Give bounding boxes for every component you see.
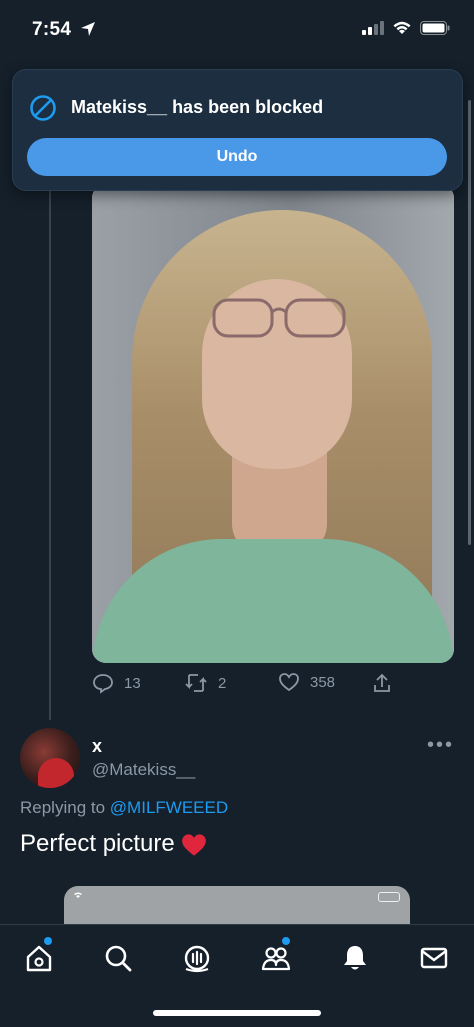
status-time: 7:54 [32, 19, 72, 40]
share-icon [374, 673, 390, 692]
mail-icon[interactable] [419, 943, 449, 973]
glasses-shape [212, 298, 346, 338]
bell-icon[interactable] [340, 943, 370, 973]
spaces-icon[interactable] [182, 943, 212, 973]
search-icon[interactable] [103, 943, 133, 973]
retweet-count: 2 [218, 674, 227, 692]
scrollbar[interactable] [468, 100, 471, 545]
blocked-toast: Matekiss__ has been blocked Undo [12, 69, 463, 191]
retweet-action[interactable]: 2 [184, 672, 226, 694]
thread-line [49, 190, 51, 720]
wifi-icon [74, 892, 82, 898]
home-icon[interactable] [24, 943, 54, 973]
like-count: 358 [310, 673, 336, 691]
red-heart-emoji-icon [181, 834, 206, 856]
status-bar: 7:54 [0, 0, 474, 60]
reply-action[interactable]: 13 [92, 672, 141, 694]
heart-outline-icon [279, 673, 299, 692]
replying-to: Replying to @MILFWEEED [20, 798, 229, 817]
location-arrow-icon [81, 22, 95, 36]
tweet-actions: 13 2 358 [92, 672, 454, 698]
like-action[interactable]: 358 [278, 672, 335, 692]
retweet-icon [185, 674, 207, 692]
reply-icon [93, 674, 113, 694]
replying-to-link[interactable]: @MILFWEEED [110, 798, 228, 817]
home-indicator[interactable] [153, 1010, 321, 1016]
cellular-signal-icon [362, 20, 384, 35]
wifi-icon [393, 21, 411, 34]
share-action[interactable] [372, 672, 392, 694]
notification-dot [282, 937, 290, 945]
reply-text: Perfect picture [20, 830, 207, 858]
battery-icon [420, 20, 450, 35]
more-options-icon[interactable]: ••• [427, 734, 454, 757]
reply-author-name[interactable]: x [92, 736, 102, 757]
notification-dot [44, 937, 52, 945]
avatar[interactable] [20, 728, 80, 788]
undo-button[interactable]: Undo [27, 138, 447, 176]
tweet-photo[interactable] [92, 184, 454, 663]
battery-icon [378, 892, 400, 902]
communities-icon[interactable] [261, 943, 291, 973]
reply-author-handle[interactable]: @Matekiss__ [92, 760, 195, 780]
toast-message: Matekiss__ has been blocked [71, 97, 324, 117]
reply-count: 13 [124, 674, 141, 692]
block-icon [30, 95, 56, 121]
